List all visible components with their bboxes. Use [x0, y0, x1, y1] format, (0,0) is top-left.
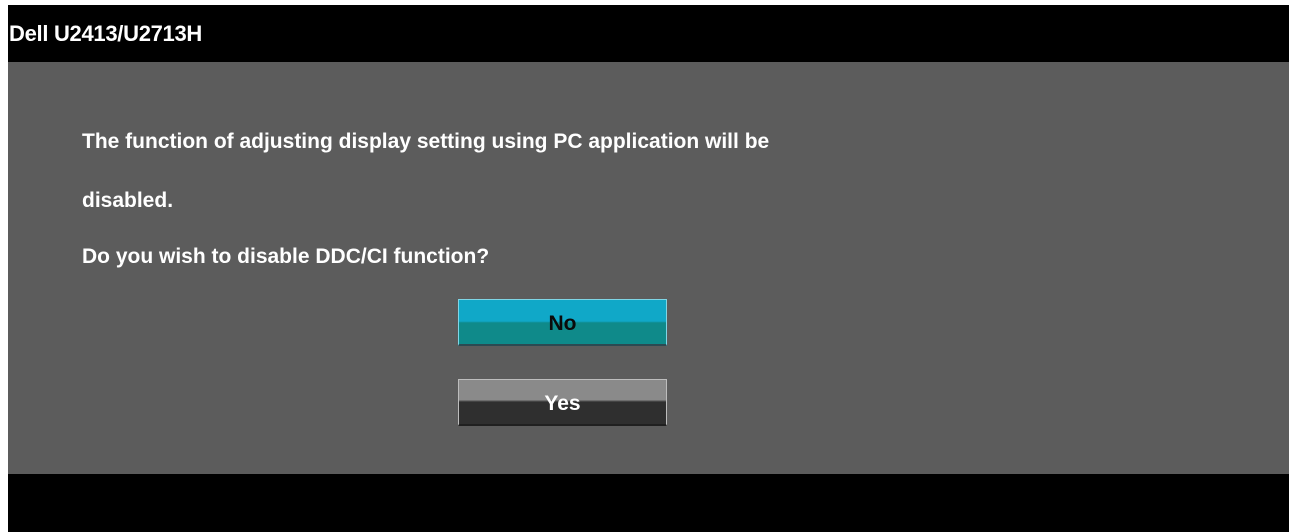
- message-line-1: The function of adjusting display settin…: [82, 130, 770, 153]
- osd-dialog: Dell U2413/U2713H The function of adjust…: [8, 5, 1289, 532]
- dialog-panel: The function of adjusting display settin…: [8, 62, 1289, 474]
- yes-button[interactable]: Yes: [458, 379, 667, 426]
- title-bar: Dell U2413/U2713H: [8, 5, 1289, 62]
- yes-button-label: Yes: [544, 392, 581, 415]
- message-line-2: disabled.: [82, 189, 174, 212]
- message-line-3: Do you wish to disable DDC/CI function?: [82, 245, 490, 268]
- no-button[interactable]: No: [458, 299, 667, 346]
- no-button-label: No: [548, 312, 577, 335]
- monitor-title: Dell U2413/U2713H: [9, 21, 203, 46]
